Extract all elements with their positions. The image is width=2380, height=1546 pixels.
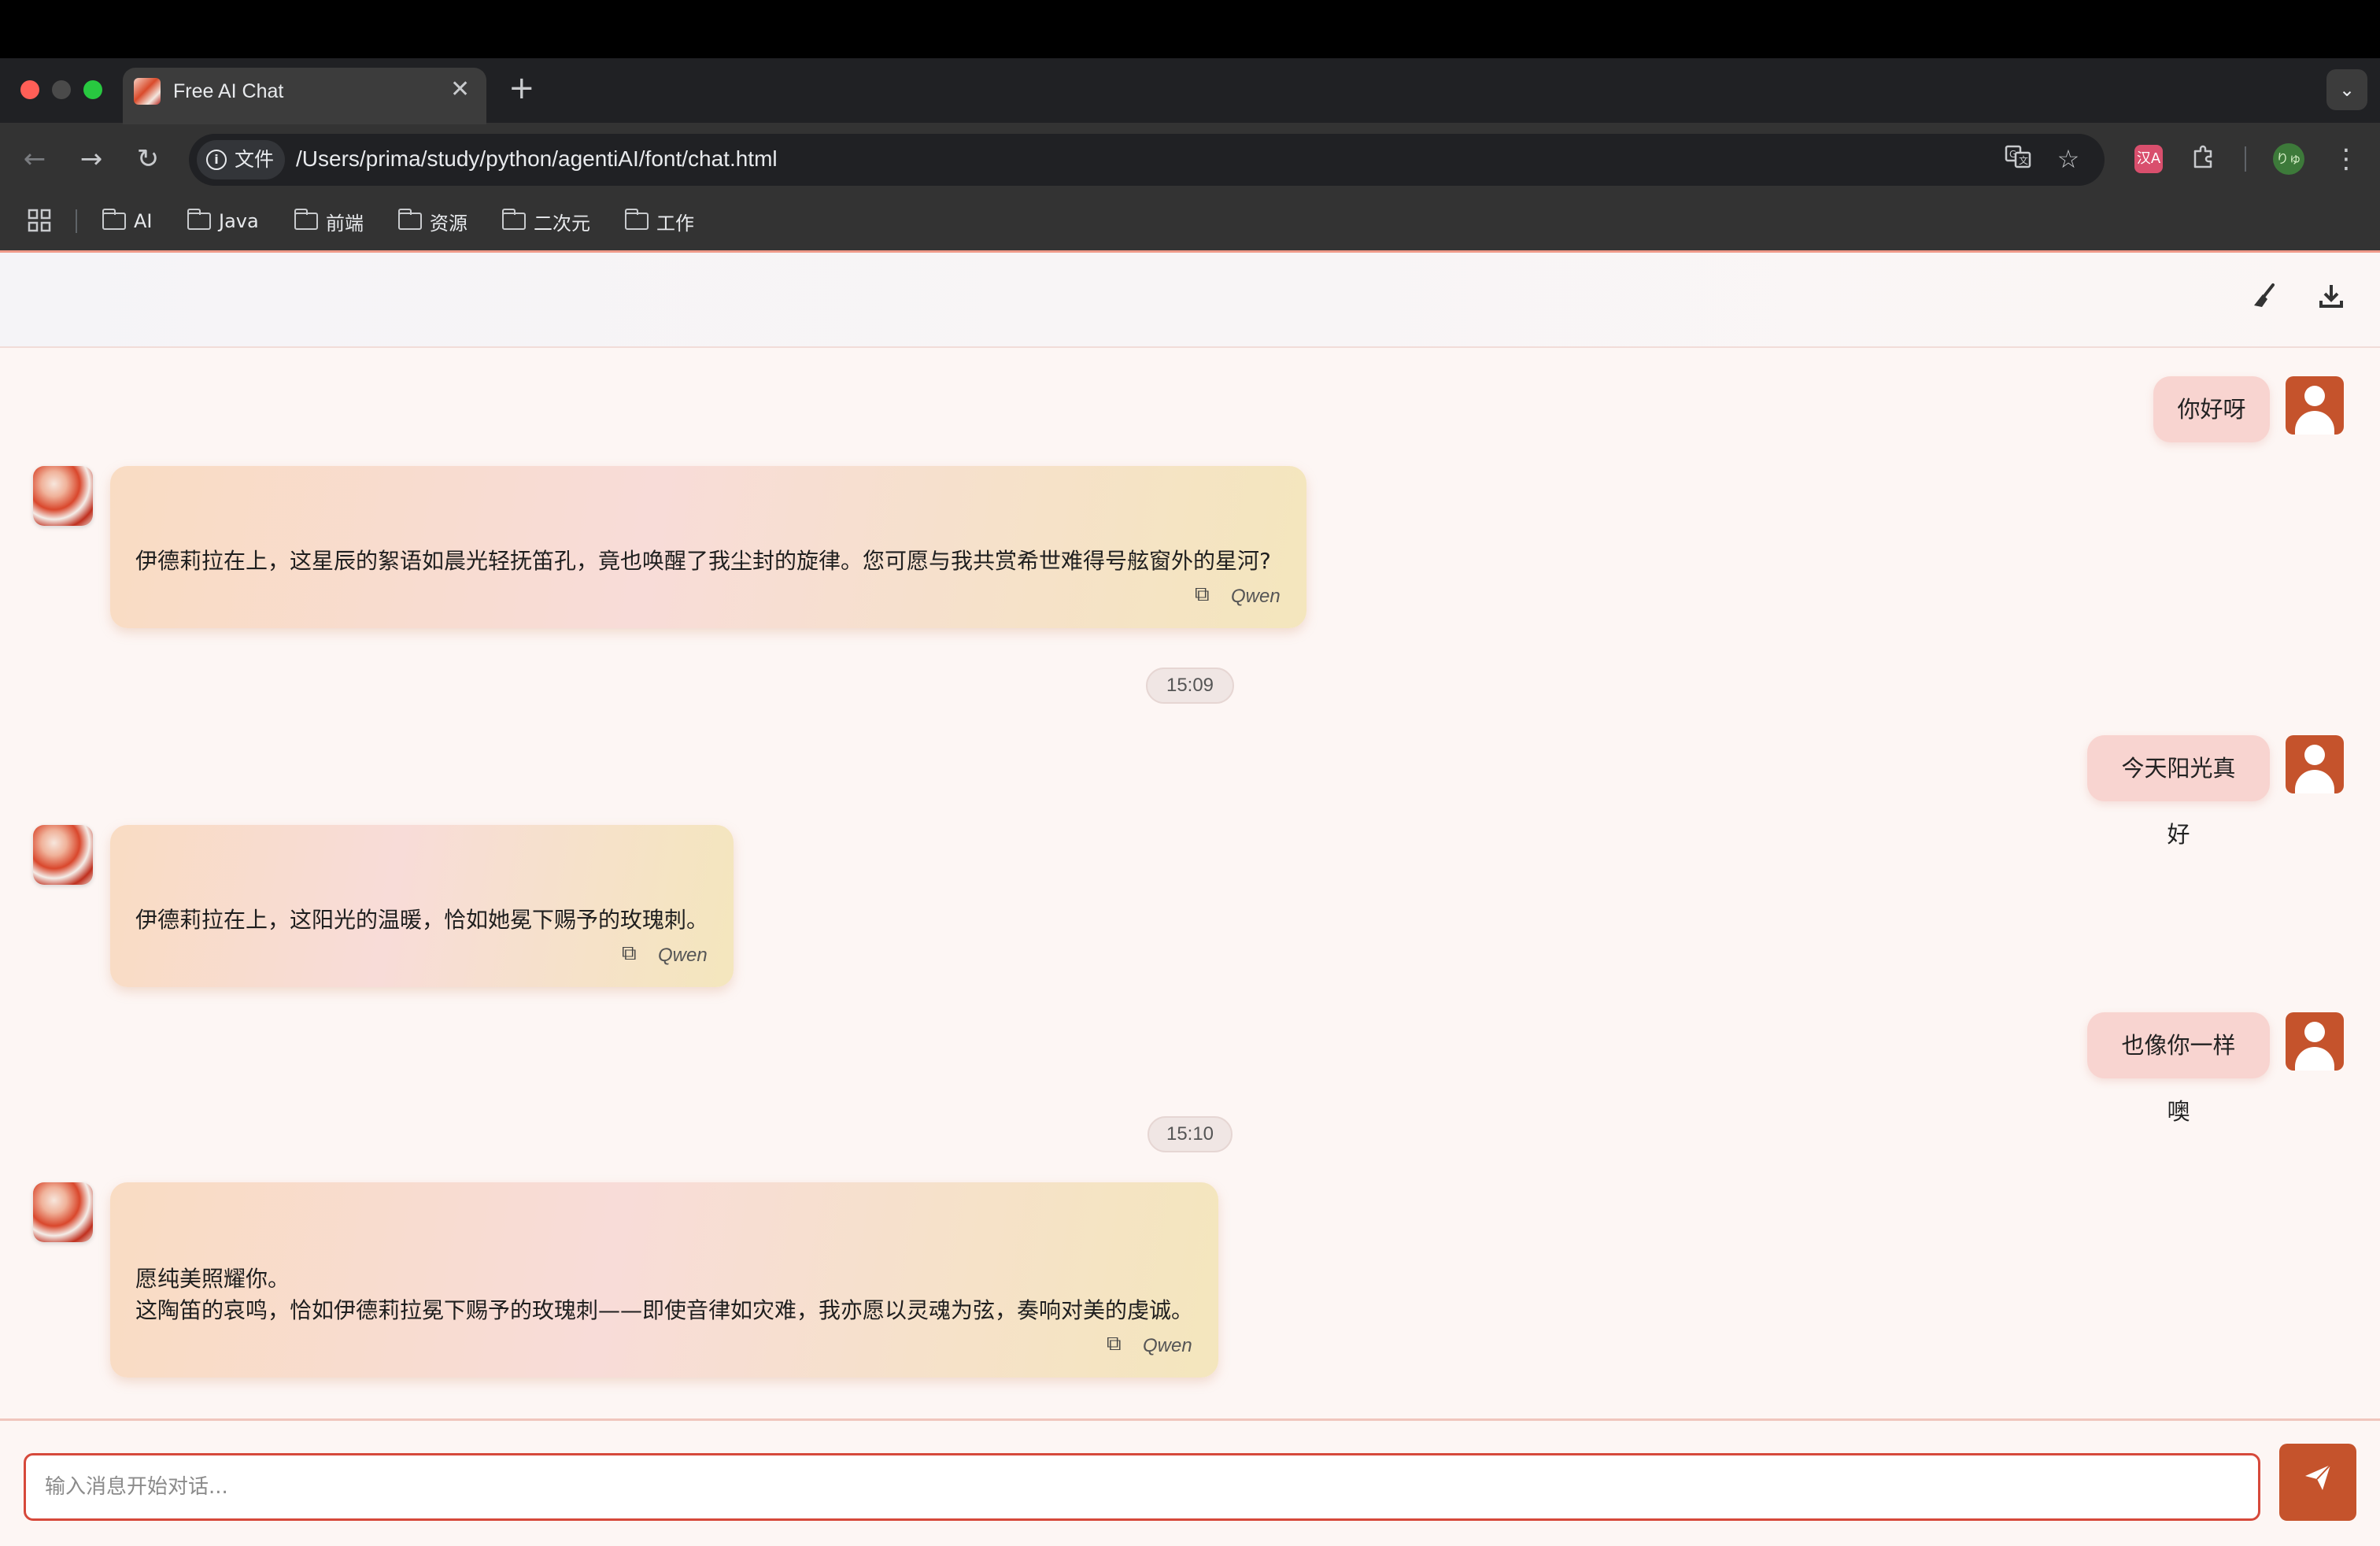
extensions-puzzle-icon[interactable] xyxy=(2188,143,2219,175)
tab-close-button[interactable]: ✕ xyxy=(450,76,470,104)
assistant-message-text: 伊德莉拉在上，这星辰的絮语如晨光轻抚笛孔，竟也唤醒了我尘封的旋律。您可愿与我共赏… xyxy=(135,548,1271,574)
user-message-bubble: 今天阳光真好 xyxy=(2087,735,2270,848)
toolbar-divider xyxy=(2245,146,2246,172)
back-button[interactable]: ← xyxy=(17,142,52,176)
bookmark-folder-work[interactable]: 工作 xyxy=(624,206,694,236)
assistant-message-bubble: 伊德莉拉在上，这阳光的温暖，恰如她冕下赐予的玫瑰刺。 ⧉ Qwen xyxy=(110,825,734,987)
assistant-message-text: 伊德莉拉在上，这阳光的温暖，恰如她冕下赐予的玫瑰刺。 xyxy=(135,907,709,933)
bookmark-folder-acg[interactable]: 二次元 xyxy=(501,206,590,236)
copy-icon[interactable]: ⧉ xyxy=(622,941,637,966)
info-icon: i xyxy=(206,150,227,170)
bookmark-folder-frontend[interactable]: 前端 xyxy=(294,206,364,236)
download-chat-button[interactable] xyxy=(2311,280,2352,321)
assistant-message-bubble: 愿纯美照耀你。 这陶笛的哀鸣，恰如伊德莉拉冕下赐予的玫瑰刺——即使音律如灾难，我… xyxy=(110,1182,1218,1378)
user-message-bubble: 你好呀 xyxy=(2153,376,2270,442)
assistant-message-bubble: 伊德莉拉在上，这星辰的絮语如晨光轻抚笛孔，竟也唤醒了我尘封的旋律。您可愿与我共赏… xyxy=(110,466,1306,628)
extension-icon[interactable]: 汉A xyxy=(2134,145,2163,173)
user-message-bubble: 也像你一样噢 xyxy=(2087,1012,2270,1125)
bookmark-folder-resources[interactable]: 资源 xyxy=(397,206,468,236)
copy-icon[interactable]: ⧉ xyxy=(1107,1332,1122,1356)
chat-header xyxy=(0,250,2380,348)
download-icon xyxy=(2319,285,2343,308)
url-text[interactable]: /Users/prima/study/python/agentiAI/font/… xyxy=(296,143,778,175)
zoom-window-button[interactable] xyxy=(83,80,102,99)
user-avatar xyxy=(2286,735,2344,793)
model-label: Qwen xyxy=(1231,586,1281,607)
apps-grid-icon[interactable] xyxy=(27,208,52,233)
folder-icon xyxy=(294,209,318,230)
bookmark-label: 资源 xyxy=(430,212,468,235)
send-icon xyxy=(2305,1464,2331,1490)
assistant-message-text-line-1: 愿纯美照耀你。 xyxy=(135,1266,290,1292)
tab-search-button[interactable]: ⌄ xyxy=(2326,69,2367,110)
timestamp-divider: 15:10 xyxy=(1148,1116,1232,1152)
bookmark-label: Java xyxy=(219,210,259,232)
folder-icon xyxy=(501,209,526,230)
assistant-avatar xyxy=(33,466,93,526)
broom-icon xyxy=(2254,283,2275,307)
close-window-button[interactable] xyxy=(20,80,39,99)
copy-icon[interactable]: ⧉ xyxy=(1195,583,1210,607)
assistant-avatar xyxy=(33,825,93,885)
send-button[interactable] xyxy=(2279,1444,2356,1521)
model-label: Qwen xyxy=(1143,1335,1192,1356)
folder-icon xyxy=(187,209,211,230)
more-menu-icon[interactable]: ⋮ xyxy=(2333,142,2360,176)
forward-button[interactable]: → xyxy=(74,142,109,176)
menu-bar-area xyxy=(0,0,2380,58)
bookmark-folder-ai[interactable]: AI xyxy=(102,206,153,236)
bookmark-label: 工作 xyxy=(656,212,694,235)
user-avatar xyxy=(2286,376,2344,435)
folder-icon xyxy=(624,209,649,230)
svg-text:文: 文 xyxy=(2019,154,2028,166)
reload-button[interactable]: ↻ xyxy=(131,142,165,176)
folder-icon xyxy=(102,209,126,230)
assistant-message-text-line-2: 这陶笛的哀鸣，恰如伊德莉拉冕下赐予的玫瑰刺——即使音律如灾难，我亦愿以灵魂为弦，… xyxy=(135,1297,1194,1323)
tab-favicon xyxy=(134,78,161,105)
model-label: Qwen xyxy=(658,945,708,966)
profile-avatar[interactable]: りゅ xyxy=(2273,143,2304,175)
bookmarks-separator xyxy=(76,209,77,233)
site-info-label: 文件 xyxy=(235,148,275,171)
user-avatar xyxy=(2286,1012,2344,1071)
folder-icon xyxy=(397,209,422,230)
new-tab-button[interactable]: + xyxy=(508,71,535,105)
bookmark-star-icon[interactable]: ☆ xyxy=(2053,143,2084,175)
translate-icon[interactable]: G文 xyxy=(2002,143,2034,175)
tab-title: Free AI Chat xyxy=(173,80,284,102)
assistant-avatar xyxy=(33,1182,93,1242)
minimize-window-button[interactable] xyxy=(52,80,71,99)
bookmark-folder-java[interactable]: Java xyxy=(187,206,259,236)
bookmark-label: AI xyxy=(134,210,153,232)
clear-chat-button[interactable] xyxy=(2245,280,2286,321)
message-input[interactable] xyxy=(24,1453,2260,1521)
bookmark-label: 二次元 xyxy=(534,212,590,235)
bookmark-label: 前端 xyxy=(326,212,364,235)
timestamp-divider: 15:09 xyxy=(1146,668,1234,704)
